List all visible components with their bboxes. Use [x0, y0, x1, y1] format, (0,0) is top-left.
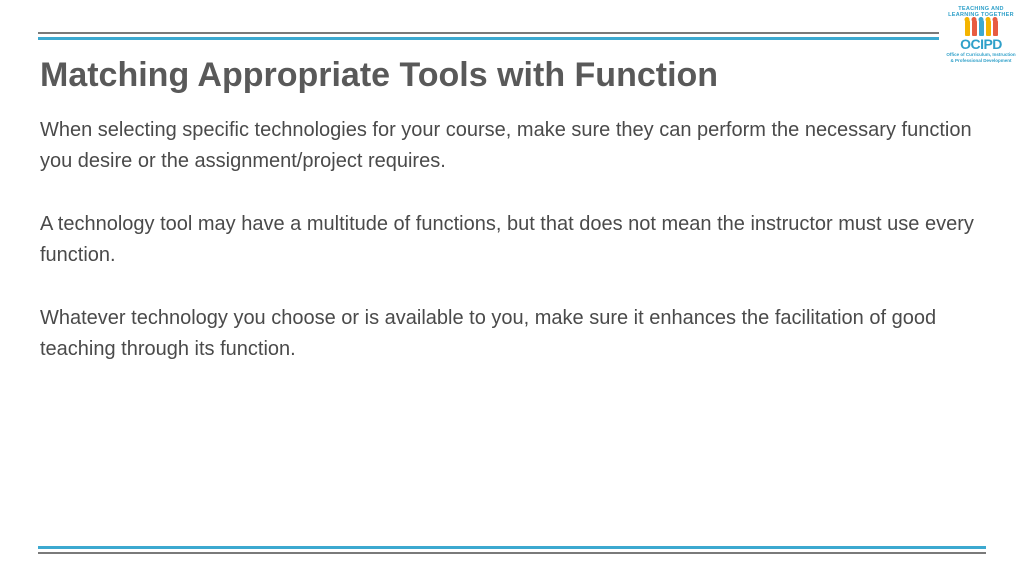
bottom-divider	[38, 546, 986, 554]
paragraph: When selecting specific technologies for…	[40, 115, 984, 177]
slide-content: Matching Appropriate Tools with Function…	[40, 56, 984, 397]
top-divider	[38, 32, 939, 40]
slide-title: Matching Appropriate Tools with Function	[40, 56, 984, 95]
paragraph: A technology tool may have a multitude o…	[40, 209, 984, 271]
logo-name: OCIPD	[946, 37, 1016, 51]
divider-line-blue	[38, 546, 986, 549]
divider-line-blue	[38, 37, 939, 40]
paragraph: Whatever technology you choose or is ava…	[40, 303, 984, 365]
logo-keys-icon	[946, 20, 1016, 36]
divider-line-gray	[38, 32, 939, 34]
divider-line-gray	[38, 552, 986, 554]
slide-body: When selecting specific technologies for…	[40, 115, 984, 365]
